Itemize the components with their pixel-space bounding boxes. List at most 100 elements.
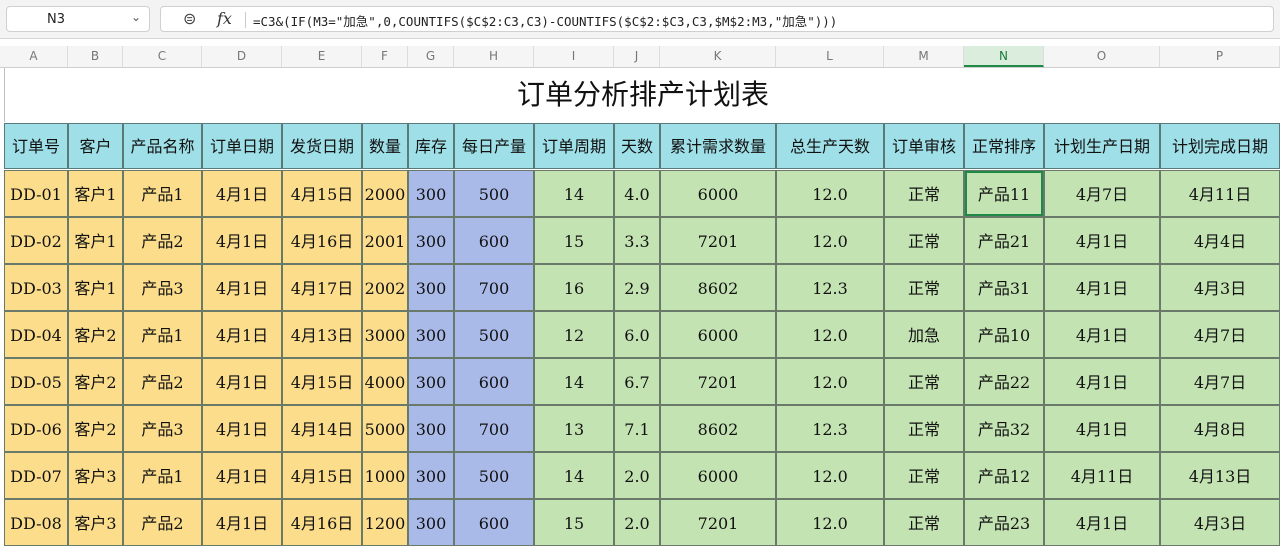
table-cell[interactable]: 客户1 [68, 217, 123, 264]
table-cell[interactable]: 正常 [884, 405, 964, 452]
selected-cell[interactable]: 产品11 [964, 170, 1044, 217]
header-cell[interactable]: 累计需求数量 [660, 123, 776, 169]
table-cell[interactable]: 500 [454, 311, 534, 358]
header-cell[interactable]: 计划生产日期 [1044, 123, 1160, 169]
table-cell[interactable]: 产品32 [964, 405, 1044, 452]
table-cell[interactable]: 1200 [362, 499, 408, 546]
table-cell[interactable]: 4月7日 [1044, 170, 1160, 217]
column-letter-f[interactable]: F [362, 46, 408, 67]
fx-icon[interactable]: fx [217, 9, 232, 28]
table-cell[interactable]: 12.0 [776, 217, 884, 264]
table-cell[interactable]: 4月1日 [1044, 358, 1160, 405]
column-letter-l[interactable]: L [776, 46, 884, 67]
column-letter-p[interactable]: P [1160, 46, 1280, 67]
column-letter-n[interactable]: N [964, 46, 1044, 67]
table-cell[interactable]: 4.0 [614, 170, 660, 217]
table-cell[interactable]: 产品2 [123, 358, 202, 405]
table-cell[interactable]: 正常 [884, 217, 964, 264]
table-cell[interactable]: 700 [454, 405, 534, 452]
table-cell[interactable]: DD-02 [4, 217, 68, 264]
table-cell[interactable]: 14 [534, 452, 614, 499]
table-cell[interactable]: 600 [454, 499, 534, 546]
table-cell[interactable]: 700 [454, 264, 534, 311]
table-cell[interactable]: 12.0 [776, 358, 884, 405]
table-cell[interactable]: 2001 [362, 217, 408, 264]
header-cell[interactable]: 天数 [614, 123, 660, 169]
header-cell[interactable]: 发货日期 [282, 123, 362, 169]
table-cell[interactable]: 2.0 [614, 452, 660, 499]
table-cell[interactable]: 300 [408, 452, 454, 499]
table-cell[interactable]: 4月16日 [282, 217, 362, 264]
table-cell[interactable]: 4月16日 [282, 499, 362, 546]
table-cell[interactable]: 4月1日 [202, 358, 282, 405]
table-cell[interactable]: 产品10 [964, 311, 1044, 358]
table-cell[interactable]: 4月17日 [282, 264, 362, 311]
table-cell[interactable]: 产品23 [964, 499, 1044, 546]
table-cell[interactable]: 4月15日 [282, 170, 362, 217]
table-cell[interactable]: 客户1 [68, 264, 123, 311]
table-cell[interactable]: 4月11日 [1160, 170, 1280, 217]
table-cell[interactable]: DD-08 [4, 499, 68, 546]
table-cell[interactable]: 加急 [884, 311, 964, 358]
table-cell[interactable]: 2000 [362, 170, 408, 217]
table-cell[interactable]: 15 [534, 499, 614, 546]
table-cell[interactable]: 正常 [884, 170, 964, 217]
table-cell[interactable]: 产品2 [123, 499, 202, 546]
column-letter-b[interactable]: B [68, 46, 123, 67]
zoom-icon[interactable]: ⊜ [183, 9, 196, 28]
table-cell[interactable]: 2.0 [614, 499, 660, 546]
table-cell[interactable]: 600 [454, 358, 534, 405]
table-cell[interactable]: 300 [408, 358, 454, 405]
table-cell[interactable]: 7201 [660, 217, 776, 264]
table-cell[interactable]: 客户1 [68, 170, 123, 217]
table-cell[interactable]: 4月7日 [1160, 358, 1280, 405]
name-box[interactable]: N3 ⌄ [6, 6, 150, 32]
header-cell[interactable]: 订单周期 [534, 123, 614, 169]
table-cell[interactable]: 4月1日 [202, 264, 282, 311]
table-cell[interactable]: 8602 [660, 264, 776, 311]
header-cell[interactable]: 数量 [362, 123, 408, 169]
table-cell[interactable]: 2002 [362, 264, 408, 311]
table-cell[interactable]: 300 [408, 499, 454, 546]
table-cell[interactable]: DD-07 [4, 452, 68, 499]
table-cell[interactable]: 4月7日 [1160, 311, 1280, 358]
table-cell[interactable]: 12.3 [776, 264, 884, 311]
table-cell[interactable]: DD-03 [4, 264, 68, 311]
table-cell[interactable]: 6.0 [614, 311, 660, 358]
table-cell[interactable]: DD-01 [4, 170, 68, 217]
table-cell[interactable]: 12.0 [776, 170, 884, 217]
table-cell[interactable]: 正常 [884, 264, 964, 311]
table-cell[interactable]: 1000 [362, 452, 408, 499]
table-cell[interactable]: 客户2 [68, 311, 123, 358]
header-cell[interactable]: 每日产量 [454, 123, 534, 169]
table-cell[interactable]: 4月13日 [282, 311, 362, 358]
formula-text[interactable]: =C3&(IF(M3="加急",0,COUNTIFS($C$2:C3,C3)-C… [253, 11, 837, 30]
table-cell[interactable]: 产品21 [964, 217, 1044, 264]
table-cell[interactable]: 4月1日 [1044, 264, 1160, 311]
table-cell[interactable]: 4月1日 [1044, 405, 1160, 452]
header-cell[interactable]: 订单审核 [884, 123, 964, 169]
table-cell[interactable]: 正常 [884, 358, 964, 405]
table-cell[interactable]: 4月3日 [1160, 264, 1280, 311]
table-cell[interactable]: 300 [408, 405, 454, 452]
header-cell[interactable]: 计划完成日期 [1160, 123, 1280, 169]
table-cell[interactable]: 6000 [660, 452, 776, 499]
table-cell[interactable]: 4月1日 [1044, 217, 1160, 264]
table-cell[interactable]: 7201 [660, 499, 776, 546]
table-cell[interactable]: 4月4日 [1160, 217, 1280, 264]
table-cell[interactable]: 4月1日 [1044, 311, 1160, 358]
column-letter-j[interactable]: J [614, 46, 660, 67]
table-cell[interactable]: 2.9 [614, 264, 660, 311]
table-cell[interactable]: 产品3 [123, 405, 202, 452]
column-letter-e[interactable]: E [282, 46, 362, 67]
column-letter-o[interactable]: O [1044, 46, 1160, 67]
table-cell[interactable]: 500 [454, 452, 534, 499]
table-cell[interactable]: 300 [408, 217, 454, 264]
table-cell[interactable]: 4月14日 [282, 405, 362, 452]
table-cell[interactable]: 产品3 [123, 264, 202, 311]
table-cell[interactable]: 4月1日 [202, 499, 282, 546]
table-cell[interactable]: 产品1 [123, 452, 202, 499]
header-cell[interactable]: 产品名称 [123, 123, 202, 169]
table-cell[interactable]: 12.0 [776, 452, 884, 499]
table-cell[interactable]: 产品12 [964, 452, 1044, 499]
